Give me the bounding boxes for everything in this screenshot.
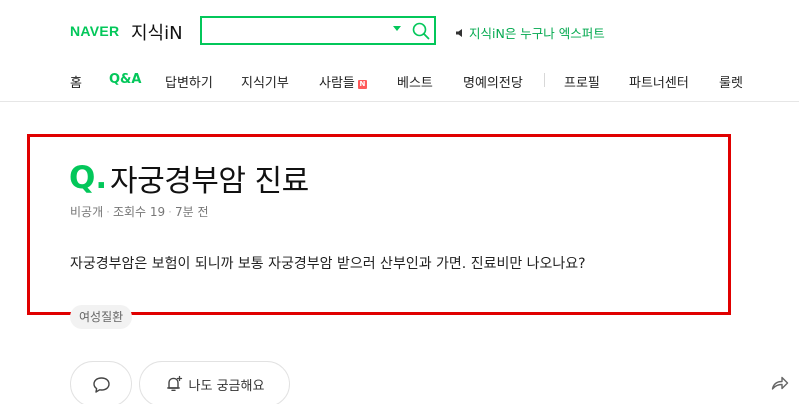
comment-icon [93,377,110,393]
search-box [200,16,436,45]
chevron-down-icon[interactable] [393,26,401,31]
notice-text: 지식iN은 누구나 엑스퍼트 [469,26,605,41]
share-icon[interactable] [771,375,789,391]
kin-logo[interactable]: 지식iN [131,19,183,45]
tab-profile[interactable]: 프로필 [564,72,600,91]
tab-best[interactable]: 베스트 [397,72,433,91]
comment-button[interactable] [70,361,132,404]
curious-button[interactable]: 나도 궁금해요 [139,361,290,404]
tab-partner-center[interactable]: 파트너센터 [629,72,689,91]
nav-divider [544,73,545,87]
tab-answer[interactable]: 답변하기 [165,72,213,91]
tab-hall-of-fame[interactable]: 명예의전당 [463,72,523,91]
new-badge: N [357,80,367,89]
tab-people[interactable]: 사람들 N [319,72,367,91]
tab-home[interactable]: 홈 [70,72,82,91]
tab-roulette[interactable]: 룰렛 [719,72,743,91]
tab-donation[interactable]: 지식기부 [241,72,289,91]
search-icon[interactable] [411,21,431,41]
tab-people-label: 사람들 [319,76,355,91]
highlight-box [27,134,731,315]
header: NAVER 지식iN 지식iN은 누구나 엑스퍼트 [0,0,799,60]
speaker-icon [456,28,462,37]
tag-chip[interactable]: 여성질환 [70,305,133,329]
main-nav: 홈 Q&A 답변하기 지식기부 사람들 N 베스트 명예의전당 프로필 파트너센터… [0,60,799,102]
expert-notice[interactable]: 지식iN은 누구나 엑스퍼트 [455,23,605,42]
bell-plus-icon [166,375,182,392]
naver-logo[interactable]: NAVER [70,23,119,39]
search-input[interactable] [206,20,386,41]
tab-qna[interactable]: Q&A [109,72,141,87]
curious-label: 나도 궁금해요 [188,378,265,394]
